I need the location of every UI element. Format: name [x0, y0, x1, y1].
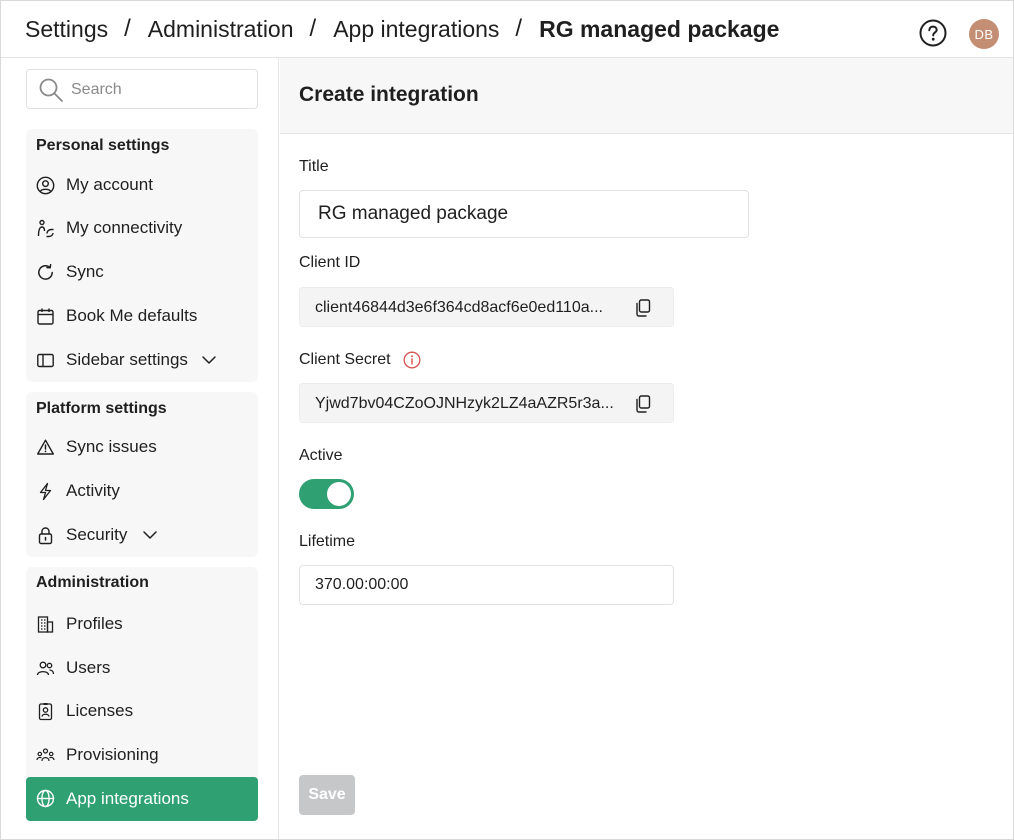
breadcrumb-app-integrations[interactable]: App integrations: [333, 16, 499, 43]
chevron-down-icon: [202, 356, 216, 364]
sidebar-item-label: Book Me defaults: [66, 306, 198, 325]
platform-settings-group: Platform settings Sync issues Activity S…: [26, 392, 258, 557]
client-id-field[interactable]: client46844d3e6f364cd8acf6e0ed110a...: [299, 287, 674, 327]
breadcrumb-separator: /: [515, 15, 523, 42]
sidebar-item-provisioning[interactable]: Provisioning: [26, 736, 258, 774]
client-secret-field[interactable]: Yjwd7bv04CZoOJNHzyk2LZ4aAZR5r3a...: [299, 383, 674, 423]
info-icon[interactable]: [403, 351, 421, 369]
breadcrumb-separator: /: [309, 15, 317, 42]
client-secret-label: Client Secret: [299, 351, 391, 368]
client-id-value[interactable]: client46844d3e6f364cd8acf6e0ed110a...: [315, 299, 621, 317]
sidebar-item-activity[interactable]: Activity: [26, 472, 258, 510]
sidebar-search[interactable]: [26, 69, 258, 109]
sidebar-item-label: Sync: [66, 262, 104, 281]
search-icon: [39, 78, 63, 102]
sidebar-item-label: Users: [66, 658, 111, 677]
lifetime-input[interactable]: [299, 565, 674, 605]
title-input[interactable]: [299, 190, 749, 238]
top-header: Settings / Administration / App integrat…: [1, 1, 1013, 58]
globe-icon: [36, 789, 55, 808]
copy-icon[interactable]: [633, 298, 653, 318]
sidebar-item-label: App integrations: [66, 789, 189, 808]
sidebar-item-my-account[interactable]: My account: [26, 166, 258, 204]
group-title-platform: Platform settings: [36, 400, 167, 417]
sidebar-item-label: Sidebar settings: [66, 350, 188, 369]
sidebar-item-licenses[interactable]: Licenses: [26, 692, 258, 730]
client-secret-value[interactable]: Yjwd7bv04CZoOJNHzyk2LZ4aAZR5r3a...: [315, 395, 621, 413]
lock-icon: [38, 527, 53, 545]
sidebar-panel-icon: [37, 353, 54, 368]
sidebar-item-users[interactable]: Users: [26, 649, 258, 687]
group-title-personal: Personal settings: [36, 137, 170, 154]
calendar-icon: [37, 308, 54, 325]
sidebar-item-profiles[interactable]: Profiles: [26, 605, 258, 643]
users-icon: [36, 661, 55, 676]
group-title-administration: Administration: [36, 574, 149, 591]
page-title: Create integration: [299, 83, 479, 106]
badge-icon: [38, 703, 53, 721]
active-toggle[interactable]: [299, 479, 354, 509]
breadcrumb-administration[interactable]: Administration: [148, 16, 294, 43]
copy-icon[interactable]: [633, 394, 653, 414]
help-button[interactable]: [919, 19, 947, 47]
sidebar-item-label: Provisioning: [66, 745, 159, 764]
sidebar-item-book-me-defaults[interactable]: Book Me defaults: [26, 297, 258, 335]
personal-settings-group: Personal settings My account My connecti…: [26, 129, 258, 382]
sidebar-item-label: Profiles: [66, 614, 123, 633]
chevron-down-icon: [143, 531, 157, 539]
toggle-knob: [327, 482, 351, 506]
sidebar-item-sidebar-settings[interactable]: Sidebar settings: [26, 341, 258, 379]
settings-sidebar: Personal settings My account My connecti…: [1, 58, 279, 839]
refresh-icon: [38, 263, 53, 280]
connectivity-icon: [37, 219, 54, 238]
warning-triangle-icon: [37, 439, 54, 455]
breadcrumb-separator: /: [124, 15, 131, 42]
sidebar-item-sync-issues[interactable]: Sync issues: [26, 428, 258, 466]
question-circle-icon: [919, 19, 947, 47]
sidebar-item-label: My connectivity: [66, 218, 183, 237]
save-button[interactable]: Save: [299, 775, 355, 815]
client-id-label: Client ID: [299, 254, 361, 271]
app-window: Settings / Administration / App integrat…: [0, 0, 1014, 840]
user-avatar[interactable]: DB: [969, 19, 999, 49]
lightning-icon: [39, 482, 52, 501]
breadcrumb-settings[interactable]: Settings: [25, 16, 108, 43]
search-input[interactable]: [71, 79, 251, 101]
sidebar-item-label: Security: [66, 525, 128, 544]
sidebar-item-security[interactable]: Security: [26, 516, 258, 554]
active-label: Active: [299, 447, 343, 464]
breadcrumb-current: RG managed package: [539, 15, 780, 42]
sidebar-item-app-integrations[interactable]: App integrations: [26, 777, 258, 821]
administration-group: Administration Profiles Users Licenses P…: [26, 567, 258, 821]
sidebar-item-label: Sync issues: [66, 437, 157, 456]
sidebar-item-label: My account: [66, 175, 153, 194]
sidebar-item-sync[interactable]: Sync: [26, 253, 258, 291]
user-circle-icon: [36, 176, 55, 195]
title-label: Title: [299, 158, 329, 175]
content-header: Create integration: [280, 58, 1013, 134]
sidebar-item-label: Licenses: [66, 701, 134, 720]
sidebar-item-label: Activity: [66, 481, 120, 500]
user-group-icon: [36, 748, 55, 762]
sidebar-item-my-connectivity[interactable]: My connectivity: [26, 209, 258, 247]
lifetime-label: Lifetime: [299, 533, 356, 550]
building-icon: [37, 616, 54, 633]
